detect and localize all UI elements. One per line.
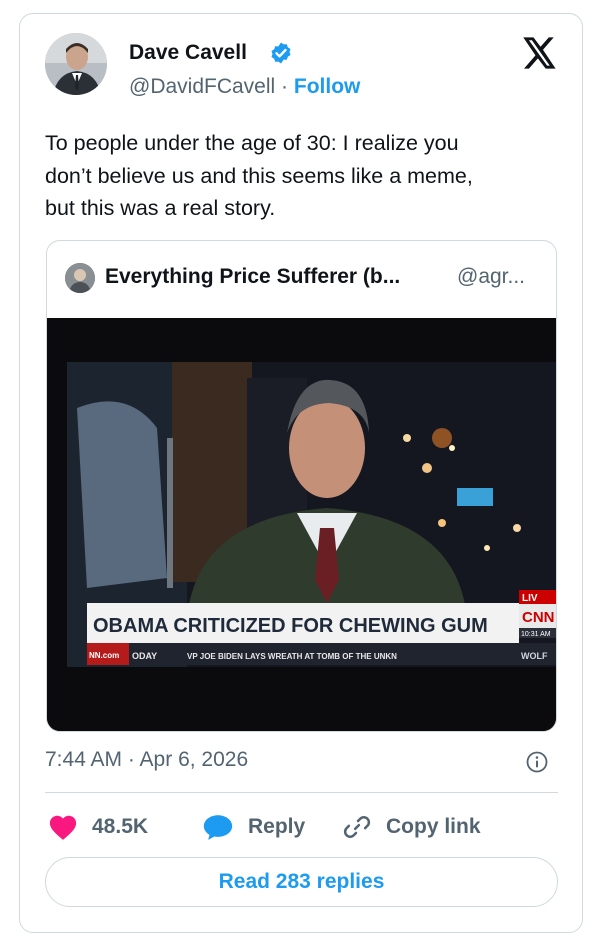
reply-label: Reply: [248, 815, 306, 838]
copy-link-button[interactable]: Copy link: [342, 812, 481, 842]
media-ticker-left: ODAY: [132, 651, 157, 661]
media-site: NN.com: [89, 651, 119, 660]
x-logo-icon[interactable]: [523, 37, 557, 69]
copy-link-label: Copy link: [386, 815, 481, 838]
quoted-tweet[interactable]: Everything Price Sufferer (b... @agr...: [46, 240, 557, 732]
media-time: 10:31 AM: [521, 631, 551, 638]
author-handle-line: @DavidFCavell · Follow: [129, 75, 360, 99]
heart-icon: [49, 815, 77, 840]
quoted-author-handle: @agr...: [457, 265, 526, 288]
author-name[interactable]: Dave Cavell: [129, 41, 247, 65]
media-ticker: VP JOE BIDEN LAYS WREATH AT TOMB OF THE …: [187, 652, 397, 661]
handle-separator: ·: [281, 75, 289, 98]
follow-button[interactable]: Follow: [294, 75, 361, 98]
info-icon[interactable]: [525, 750, 549, 774]
divider: [45, 792, 558, 793]
media-network: CNN: [522, 609, 555, 626]
reply-bubble-icon: [203, 815, 233, 840]
quoted-avatar: [65, 263, 95, 293]
author-handle[interactable]: @DavidFCavell: [129, 75, 275, 98]
author-avatar[interactable]: [45, 33, 107, 95]
tweet-line: To people under the age of 30: I realize…: [45, 131, 459, 155]
tweet-line: don’t believe us and this seems like a m…: [45, 163, 473, 188]
media-headline: OBAMA CRITICIZED FOR CHEWING GUM: [93, 615, 488, 637]
verified-badge-icon: [271, 42, 291, 64]
quoted-author-name: Everything Price Sufferer (b...: [105, 265, 401, 288]
media-show: WOLF: [521, 651, 548, 661]
tweet-line: but this was a real story.: [45, 196, 276, 220]
tweet-card: Dave Cavell @DavidFCavell · Follow To pe…: [19, 13, 583, 933]
read-replies-button[interactable]: Read 283 replies: [45, 857, 558, 907]
quoted-media-image[interactable]: OBAMA CRITICIZED FOR CHEWING GUM LIV CNN…: [47, 318, 556, 731]
tweet-text: To people under the age of 30: I realize…: [45, 127, 535, 225]
tweet-timestamp[interactable]: 7:44 AM · Apr 6, 2026: [45, 748, 248, 772]
link-icon: [343, 816, 371, 838]
media-live: LIV: [522, 593, 538, 604]
like-button[interactable]: 48.5K: [48, 812, 148, 842]
like-count: 48.5K: [92, 815, 149, 838]
reply-button[interactable]: Reply: [202, 812, 305, 842]
